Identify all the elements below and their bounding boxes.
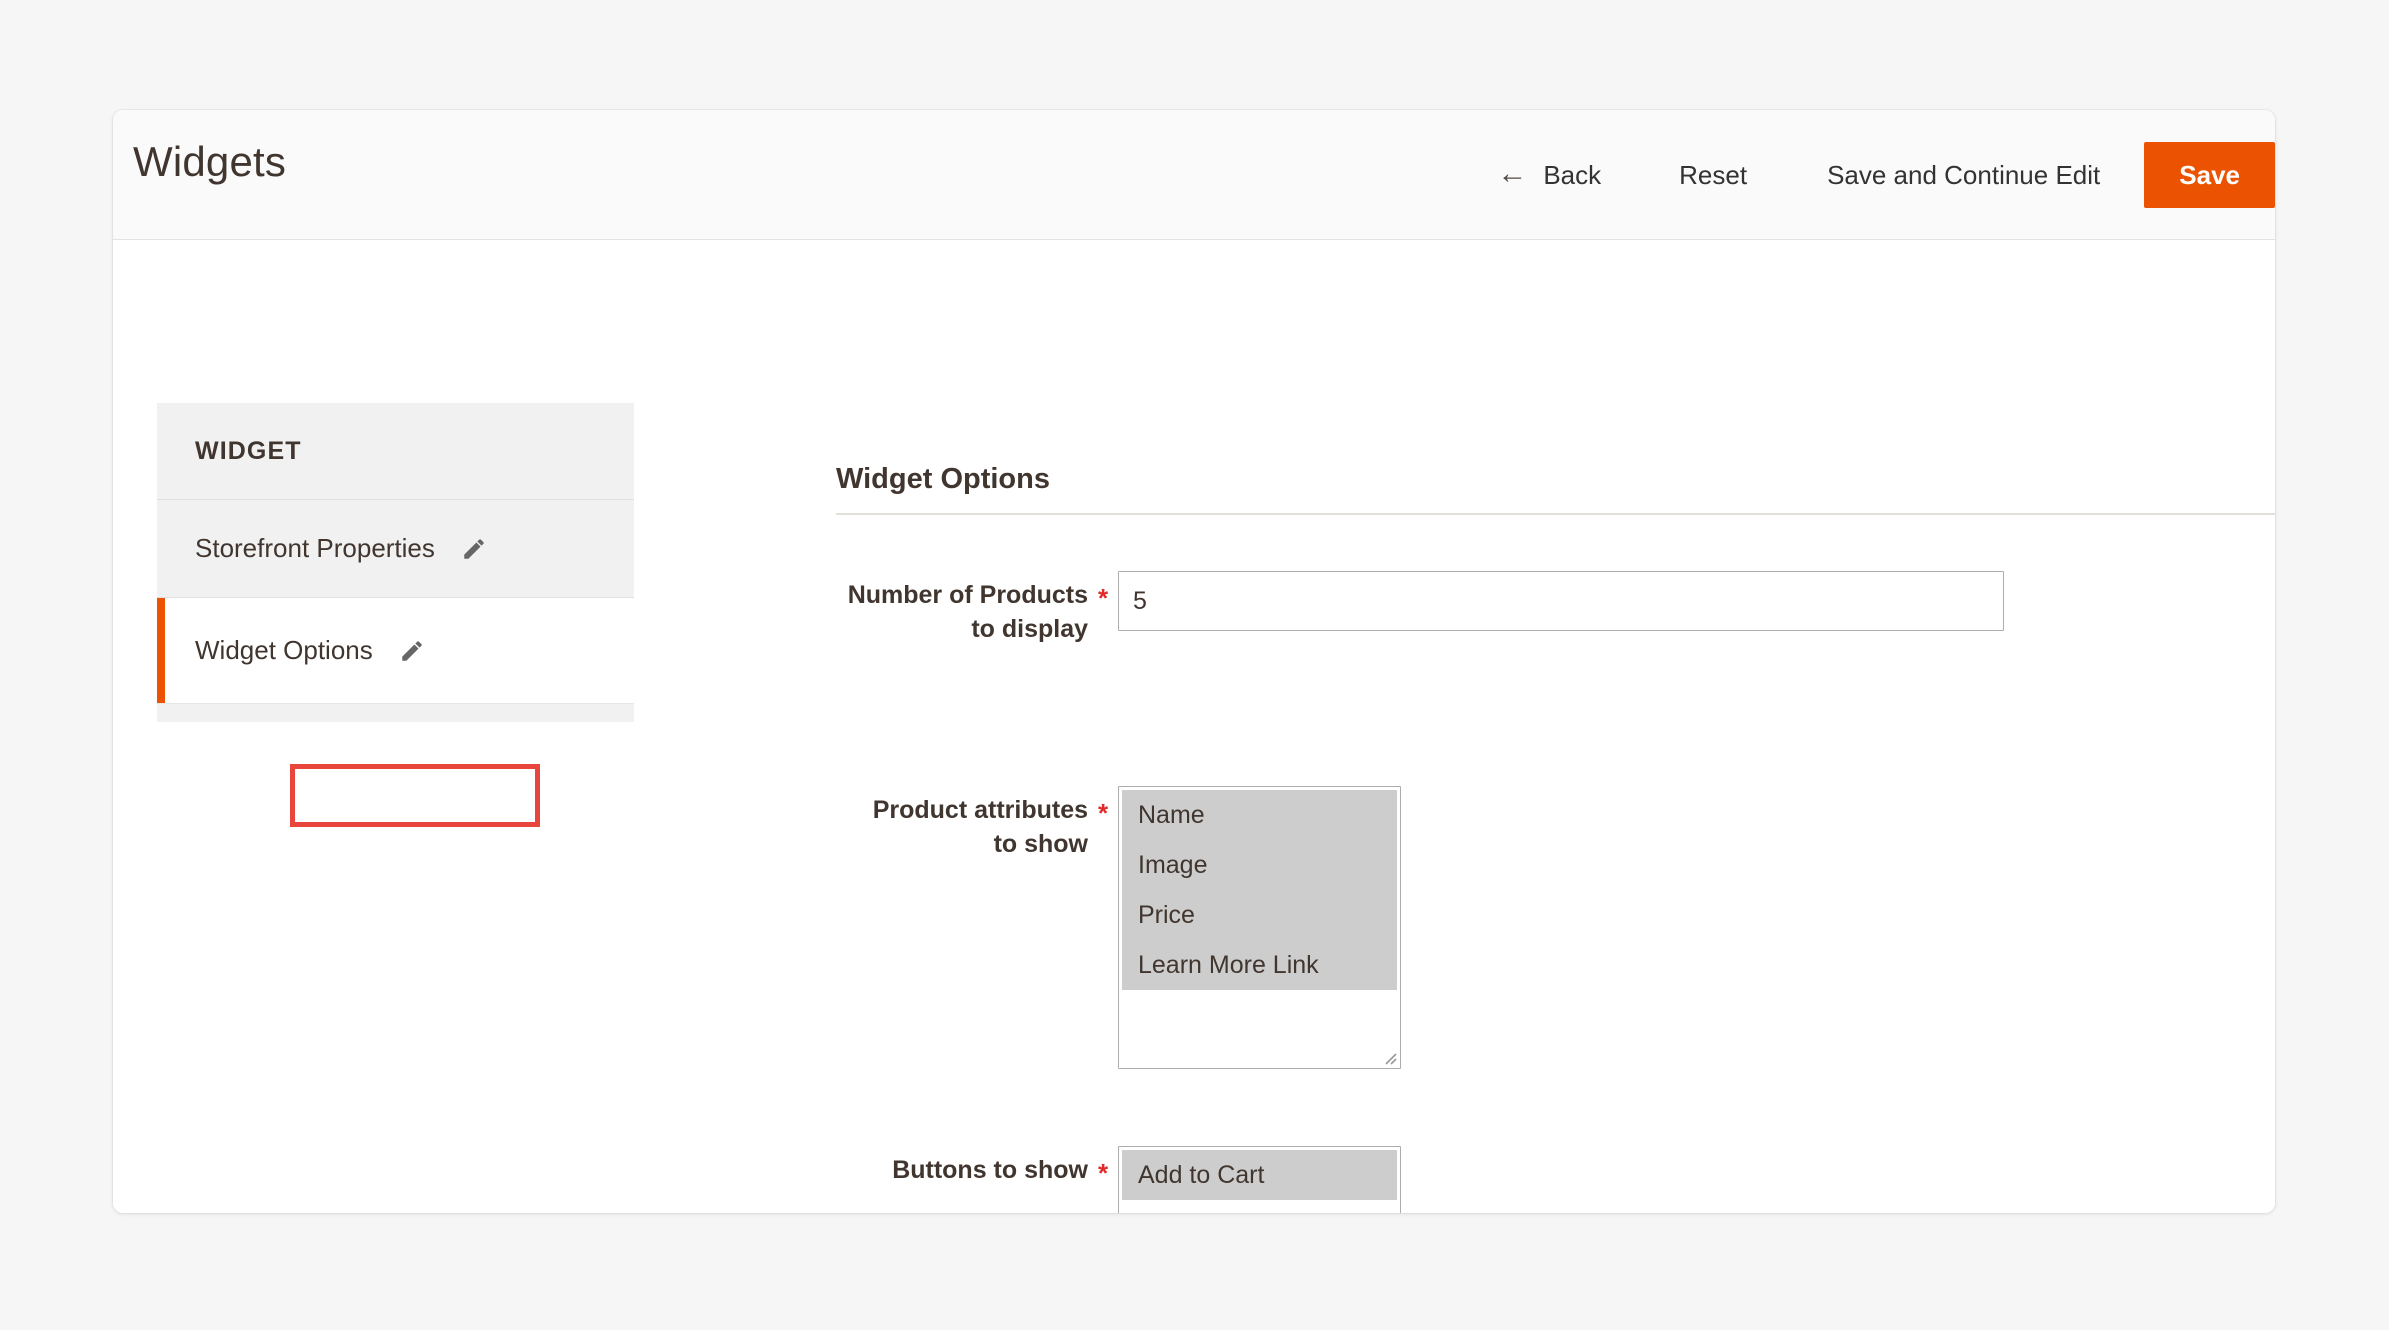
field-control-number-of-products [1118, 571, 2004, 631]
required-marker: * [1097, 798, 1109, 828]
sidebar-header: WIDGET [157, 403, 634, 500]
field-label-number-of-products: Number of Products to display [847, 581, 1088, 643]
sidebar-item-widget-options[interactable]: Widget Options [157, 598, 634, 703]
field-label-buttons-to-show: Buttons to show [892, 1156, 1088, 1184]
page-title: Widgets [133, 138, 287, 185]
header-actions: ← Back Reset Save and Continue Edit Save [1497, 130, 2275, 220]
section-divider [836, 513, 2275, 515]
save-button[interactable]: Save [2144, 142, 2275, 208]
number-of-products-input[interactable] [1118, 571, 2004, 631]
widget-sidebar: WIDGET Storefront Properties Widget Opti… [157, 403, 634, 722]
sidebar-item-label: Storefront Properties [195, 533, 435, 563]
list-item[interactable]: Price [1122, 890, 1397, 940]
list-item[interactable]: Learn More Link [1122, 940, 1397, 990]
required-marker: * [1097, 583, 1109, 613]
field-control-buttons-to-show: Add to Cart Add to Compare Add to Wishli… [1118, 1146, 1401, 1213]
reset-button[interactable]: Reset [1679, 160, 1747, 191]
pencil-icon [461, 536, 487, 562]
widgets-card: Widgets ← Back Reset Save and Continue E… [113, 110, 2275, 1213]
field-product-attributes: Product attributes to show * Name Image … [836, 786, 1401, 1069]
list-item[interactable]: Add to Cart [1122, 1150, 1397, 1200]
sidebar-item-storefront-properties[interactable]: Storefront Properties [157, 500, 634, 598]
back-button[interactable]: ← Back [1497, 157, 1602, 191]
arrow-left-icon: ← [1497, 157, 1528, 190]
reset-button-label: Reset [1679, 159, 1748, 190]
list-item[interactable]: Add to Compare [1122, 1200, 1397, 1213]
pencil-icon [399, 638, 425, 664]
field-number-of-products: Number of Products to display * [836, 571, 2004, 646]
field-control-product-attributes: Name Image Price Learn More Link [1118, 786, 1401, 1069]
list-item[interactable]: Image [1122, 840, 1397, 890]
annotation-highlight-widget-options [290, 764, 540, 827]
field-label-product-attributes: Product attributes to show [872, 796, 1088, 858]
card-body: WIDGET Storefront Properties Widget Opti… [113, 241, 2275, 1213]
list-item[interactable]: Name [1122, 790, 1397, 840]
back-button-label: Back [1543, 159, 1602, 190]
save-and-continue-edit-label: Save and Continue Edit [1827, 159, 2101, 190]
save-and-continue-edit-button[interactable]: Save and Continue Edit [1827, 160, 2100, 191]
field-buttons-to-show: Buttons to show * Add to Cart Add to Com… [836, 1146, 1401, 1213]
resize-handle[interactable] [1379, 1047, 1397, 1065]
sidebar-footer [157, 703, 634, 722]
sidebar-header-label: WIDGET [195, 436, 302, 465]
product-attributes-multiselect[interactable]: Name Image Price Learn More Link [1118, 786, 1401, 1069]
page-header: Widgets ← Back Reset Save and Continue E… [113, 110, 2275, 240]
buttons-to-show-multiselect[interactable]: Add to Cart Add to Compare Add to Wishli… [1118, 1146, 1401, 1213]
section-title: Widget Options [836, 463, 1050, 495]
required-marker: * [1097, 1158, 1109, 1188]
sidebar-item-label: Widget Options [195, 635, 373, 665]
